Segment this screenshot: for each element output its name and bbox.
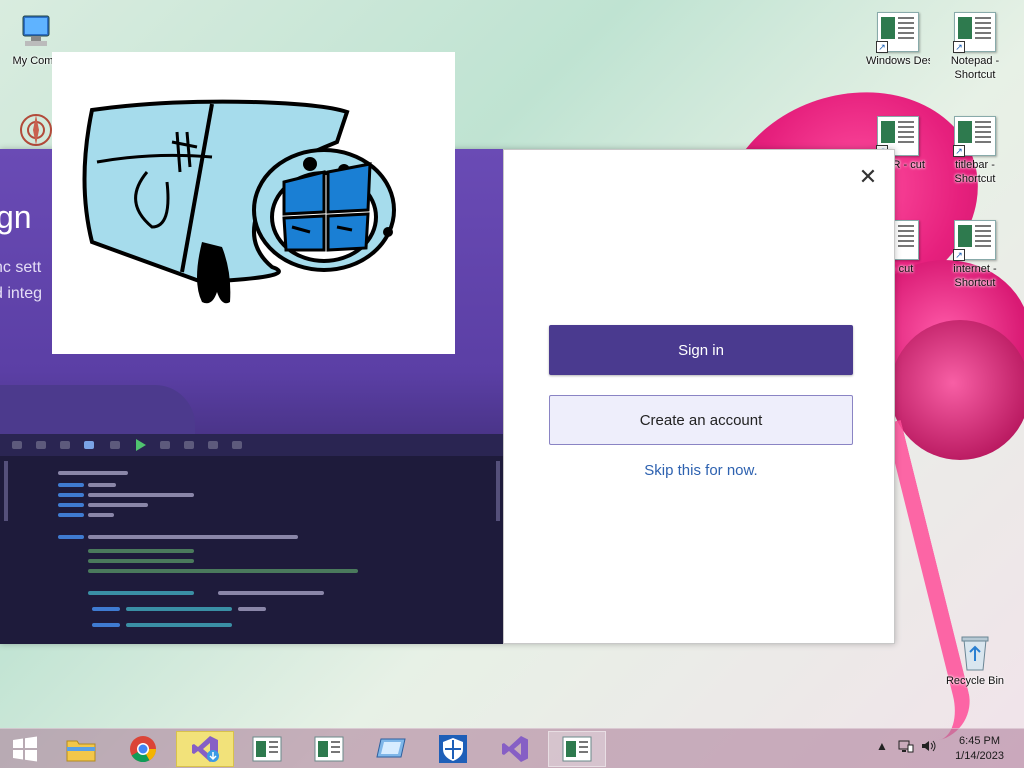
shortcut-doc-icon: ↗ bbox=[953, 116, 996, 157]
toolbar-dot bbox=[110, 441, 120, 449]
toolbar-dot bbox=[160, 441, 170, 449]
defender-shield-icon bbox=[439, 735, 467, 763]
desktop-icon-label: Notepad - Shortcut bbox=[950, 55, 1000, 81]
drawing-window bbox=[52, 52, 455, 354]
desktop-icon-recycle-bin[interactable]: Recycle Bin bbox=[943, 632, 1007, 688]
shortcut-doc-icon: ↗ bbox=[953, 12, 996, 53]
code-line bbox=[238, 607, 266, 611]
taskbar-visual-studio[interactable] bbox=[486, 731, 544, 767]
show-hidden-icons-button[interactable]: ▲ bbox=[876, 739, 888, 753]
recycle-bin-icon bbox=[954, 632, 996, 672]
windows-logo-drawing bbox=[82, 99, 396, 304]
app-window-icon bbox=[252, 736, 282, 762]
code-line bbox=[92, 623, 120, 627]
computer-icon bbox=[15, 12, 57, 52]
desktop-icon-windows-destroyer[interactable]: ↗ Windows Destroye... bbox=[866, 12, 930, 68]
code-line bbox=[58, 503, 84, 507]
code-line bbox=[58, 483, 84, 487]
toolbar-dot bbox=[60, 441, 70, 449]
toolbar-dot bbox=[184, 441, 194, 449]
desktop-icon-label: internet - Shortcut bbox=[953, 263, 997, 289]
code-line bbox=[126, 607, 232, 611]
code-line bbox=[218, 591, 324, 595]
code-editor-illustration bbox=[0, 434, 503, 644]
desktop-icon-internet-shortcut[interactable]: ↗ internet - Shortcut bbox=[943, 220, 1007, 290]
shortcut-doc-icon: ↗ bbox=[953, 220, 996, 261]
app-window-icon bbox=[314, 736, 344, 762]
code-line bbox=[88, 591, 194, 595]
toolbar-dot bbox=[84, 441, 94, 449]
code-line bbox=[88, 483, 116, 487]
code-line bbox=[58, 471, 128, 475]
start-icon bbox=[13, 736, 37, 762]
taskbar-app-window[interactable] bbox=[238, 731, 296, 767]
taskbar-clock[interactable]: 6:45 PM 1/14/2023 bbox=[955, 734, 1004, 764]
code-line bbox=[58, 513, 84, 517]
promo-text-line: d integ bbox=[0, 285, 43, 302]
code-line bbox=[88, 549, 194, 553]
taskbar-chrome[interactable] bbox=[114, 731, 172, 767]
toolbar-dot bbox=[36, 441, 46, 449]
skip-link[interactable]: Skip this for now. bbox=[549, 462, 853, 479]
desktop-icon-notepad-shortcut[interactable]: ↗ Notepad - Shortcut bbox=[943, 12, 1007, 82]
network-icon[interactable] bbox=[898, 739, 914, 756]
shortcut-doc-icon: ↗ bbox=[876, 12, 919, 53]
clock-date: 1/14/2023 bbox=[955, 750, 1004, 762]
code-line bbox=[88, 493, 194, 497]
taskbar-app-window[interactable] bbox=[300, 731, 358, 767]
promo-title: gn bbox=[0, 199, 32, 235]
toolbar-dot bbox=[208, 441, 218, 449]
start-button[interactable] bbox=[0, 731, 50, 767]
taskbar-visual-studio-installer[interactable] bbox=[176, 731, 234, 767]
close-button[interactable]: ✕ bbox=[856, 166, 880, 190]
desktop-icon-label: Windows Destroye... bbox=[866, 55, 930, 67]
editor-gutter bbox=[4, 461, 8, 521]
visual-studio-installer-icon bbox=[192, 736, 219, 762]
code-line bbox=[92, 607, 120, 611]
signin-panel: ✕ Sign in Create an account Skip this fo… bbox=[503, 149, 895, 644]
create-account-button[interactable]: Create an account bbox=[549, 395, 853, 445]
desktop-icon-label: titlebar - Shortcut bbox=[954, 159, 996, 185]
mandala-icon bbox=[15, 110, 57, 150]
code-line bbox=[88, 535, 298, 539]
desktop-icon-titlebar-shortcut[interactable]: ↗ titlebar - Shortcut bbox=[943, 116, 1007, 186]
code-line bbox=[88, 503, 148, 507]
toolbar-dot bbox=[232, 441, 242, 449]
code-line bbox=[88, 513, 114, 517]
app-window-icon bbox=[562, 736, 592, 762]
code-line bbox=[126, 623, 232, 627]
remote-desktop-icon bbox=[376, 738, 406, 758]
code-line bbox=[58, 493, 84, 497]
volume-icon[interactable] bbox=[921, 739, 937, 756]
code-line bbox=[58, 535, 84, 539]
wallpaper-petal bbox=[890, 320, 1024, 460]
taskbar-defender[interactable] bbox=[424, 731, 482, 767]
taskbar-app-window[interactable] bbox=[548, 731, 606, 767]
clock-time: 6:45 PM bbox=[959, 735, 1001, 747]
desktop-icon-label: Recycle Bin bbox=[945, 675, 1005, 687]
taskbar-remote-desktop[interactable] bbox=[362, 731, 420, 767]
play-icon bbox=[136, 439, 146, 451]
editor-gutter bbox=[496, 461, 500, 521]
promo-text-line: nc sett bbox=[0, 259, 42, 276]
taskbar: ▲ 6:45 PM 1/14/2023 bbox=[0, 728, 1024, 768]
file-explorer-icon bbox=[66, 740, 96, 762]
code-line bbox=[88, 559, 194, 563]
visual-studio-icon bbox=[502, 736, 528, 762]
chrome-icon bbox=[130, 736, 157, 763]
sign-in-button[interactable]: Sign in bbox=[549, 325, 853, 375]
taskbar-file-explorer[interactable] bbox=[52, 731, 110, 767]
toolbar-dot bbox=[12, 441, 22, 449]
editor-toolbar-illustration bbox=[0, 434, 503, 456]
code-line bbox=[88, 569, 358, 573]
